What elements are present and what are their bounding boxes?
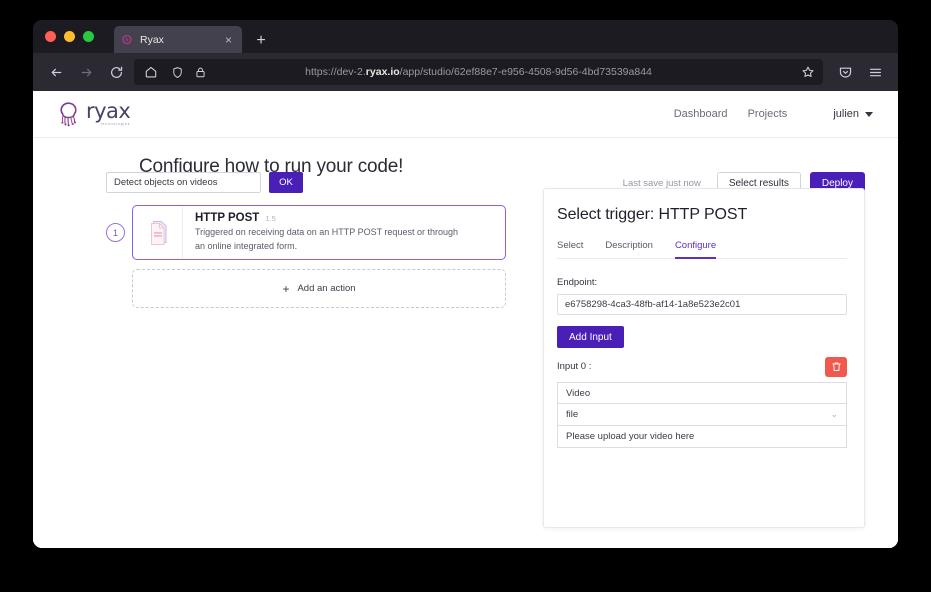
- trigger-card-version: 1.5: [265, 214, 275, 223]
- trigger-card-title: HTTP POST: [195, 212, 259, 224]
- close-icon[interactable]: ×: [222, 34, 235, 46]
- tab-description[interactable]: Description: [605, 240, 653, 259]
- input-0-fields: Video file ⌄ Please upload your video he…: [557, 382, 847, 448]
- web-page: ryax technologies Dashboard Projects jul…: [33, 91, 898, 548]
- logo-name: ryax: [86, 101, 130, 122]
- add-action-label: Add an action: [297, 283, 355, 294]
- url-bar[interactable]: https://dev-2.ryax.io/app/studio/62ef88e…: [134, 59, 823, 85]
- url-domain: ryax.io: [366, 66, 400, 78]
- input-0-header: Input 0 :: [557, 361, 847, 377]
- input-0-label: Input 0 :: [557, 361, 591, 372]
- nav-link-dashboard[interactable]: Dashboard: [674, 108, 728, 120]
- browser-tab-strip: Ryax × +: [33, 20, 898, 53]
- app-logo[interactable]: ryax technologies: [56, 101, 130, 128]
- browser-nav-bar: https://dev-2.ryax.io/app/studio/62ef88e…: [33, 53, 898, 91]
- arrow-right-icon[interactable]: [72, 59, 100, 85]
- chevron-down-icon: [865, 112, 873, 117]
- chevron-down-icon: ⌄: [830, 409, 838, 420]
- endpoint-label: Endpoint:: [557, 277, 847, 288]
- url-text: https://dev-2.ryax.io/app/studio/62ef88e…: [305, 66, 652, 78]
- pocket-icon[interactable]: [831, 59, 859, 85]
- window-minimize-button[interactable]: [64, 31, 75, 42]
- page-body: Configure how to run your code! OK Last …: [33, 138, 898, 548]
- step-number-badge: 1: [106, 223, 125, 242]
- input-0-block: Input 0 : Video: [557, 361, 847, 448]
- ryax-octopus-icon: [56, 101, 81, 128]
- new-tab-button[interactable]: +: [252, 33, 270, 49]
- tab-configure[interactable]: Configure: [675, 240, 716, 259]
- ryax-logo-icon: [121, 34, 133, 46]
- star-icon[interactable]: [799, 63, 817, 81]
- home-icon[interactable]: [142, 63, 160, 81]
- user-name: julien: [833, 108, 859, 120]
- reload-icon[interactable]: [102, 59, 130, 85]
- window-close-button[interactable]: [45, 31, 56, 42]
- lock-warning-icon[interactable]: [192, 64, 208, 80]
- app-header: ryax technologies Dashboard Projects jul…: [33, 91, 898, 138]
- tab-select[interactable]: Select: [557, 240, 583, 259]
- workflow-name-row: OK: [106, 172, 303, 193]
- window-maximize-button[interactable]: [83, 31, 94, 42]
- add-action-button[interactable]: + Add an action: [132, 269, 506, 308]
- last-save-status: Last save just now: [623, 178, 701, 189]
- workflow-name-input[interactable]: [106, 172, 261, 193]
- ok-button[interactable]: OK: [269, 172, 303, 193]
- plus-icon: +: [282, 283, 289, 295]
- input-0-name-field[interactable]: Video: [557, 382, 847, 404]
- document-stack-icon: [133, 206, 183, 259]
- input-0-type-select[interactable]: file ⌄: [557, 404, 847, 426]
- hamburger-menu-icon[interactable]: [861, 59, 889, 85]
- arrow-left-icon[interactable]: [42, 59, 70, 85]
- workflow-column: 1 HT: [106, 205, 506, 308]
- trigger-card[interactable]: HTTP POST 1.5 Triggered on receiving dat…: [132, 205, 506, 260]
- url-path: /app/studio/62ef88e7-e956-4508-9d56-4bd7…: [400, 66, 652, 78]
- input-0-help-field[interactable]: Please upload your video here: [557, 426, 847, 448]
- user-menu[interactable]: julien: [833, 108, 873, 120]
- trigger-detail-panel: Select trigger: HTTP POST Select Descrip…: [543, 188, 865, 528]
- logo-subtitle: technologies: [86, 123, 130, 127]
- panel-tabs: Select Description Configure: [557, 240, 847, 259]
- logo-wordmark: ryax technologies: [86, 101, 130, 127]
- browser-tab-title: Ryax: [140, 34, 215, 46]
- input-0-type-value: file: [566, 409, 578, 420]
- shield-icon[interactable]: [169, 64, 185, 80]
- workflow-step: 1 HT: [106, 205, 506, 260]
- panel-title: Select trigger: HTTP POST: [557, 206, 847, 224]
- trash-icon: [831, 361, 842, 373]
- trigger-card-title-row: HTTP POST 1.5: [195, 212, 493, 224]
- trigger-card-text: HTTP POST 1.5 Triggered on receiving dat…: [183, 212, 505, 252]
- nav-link-projects[interactable]: Projects: [748, 108, 788, 120]
- browser-tab[interactable]: Ryax ×: [114, 26, 242, 53]
- header-nav: Dashboard Projects: [674, 108, 788, 120]
- window-traffic-lights: [41, 20, 100, 53]
- add-input-button[interactable]: Add Input: [557, 326, 624, 348]
- trigger-card-description: Triggered on receiving data on an HTTP P…: [195, 226, 463, 252]
- url-scheme: https://dev-2.: [305, 66, 366, 78]
- delete-input-button[interactable]: [825, 357, 847, 377]
- endpoint-input[interactable]: [557, 294, 847, 315]
- browser-window: Ryax × +: [33, 20, 898, 548]
